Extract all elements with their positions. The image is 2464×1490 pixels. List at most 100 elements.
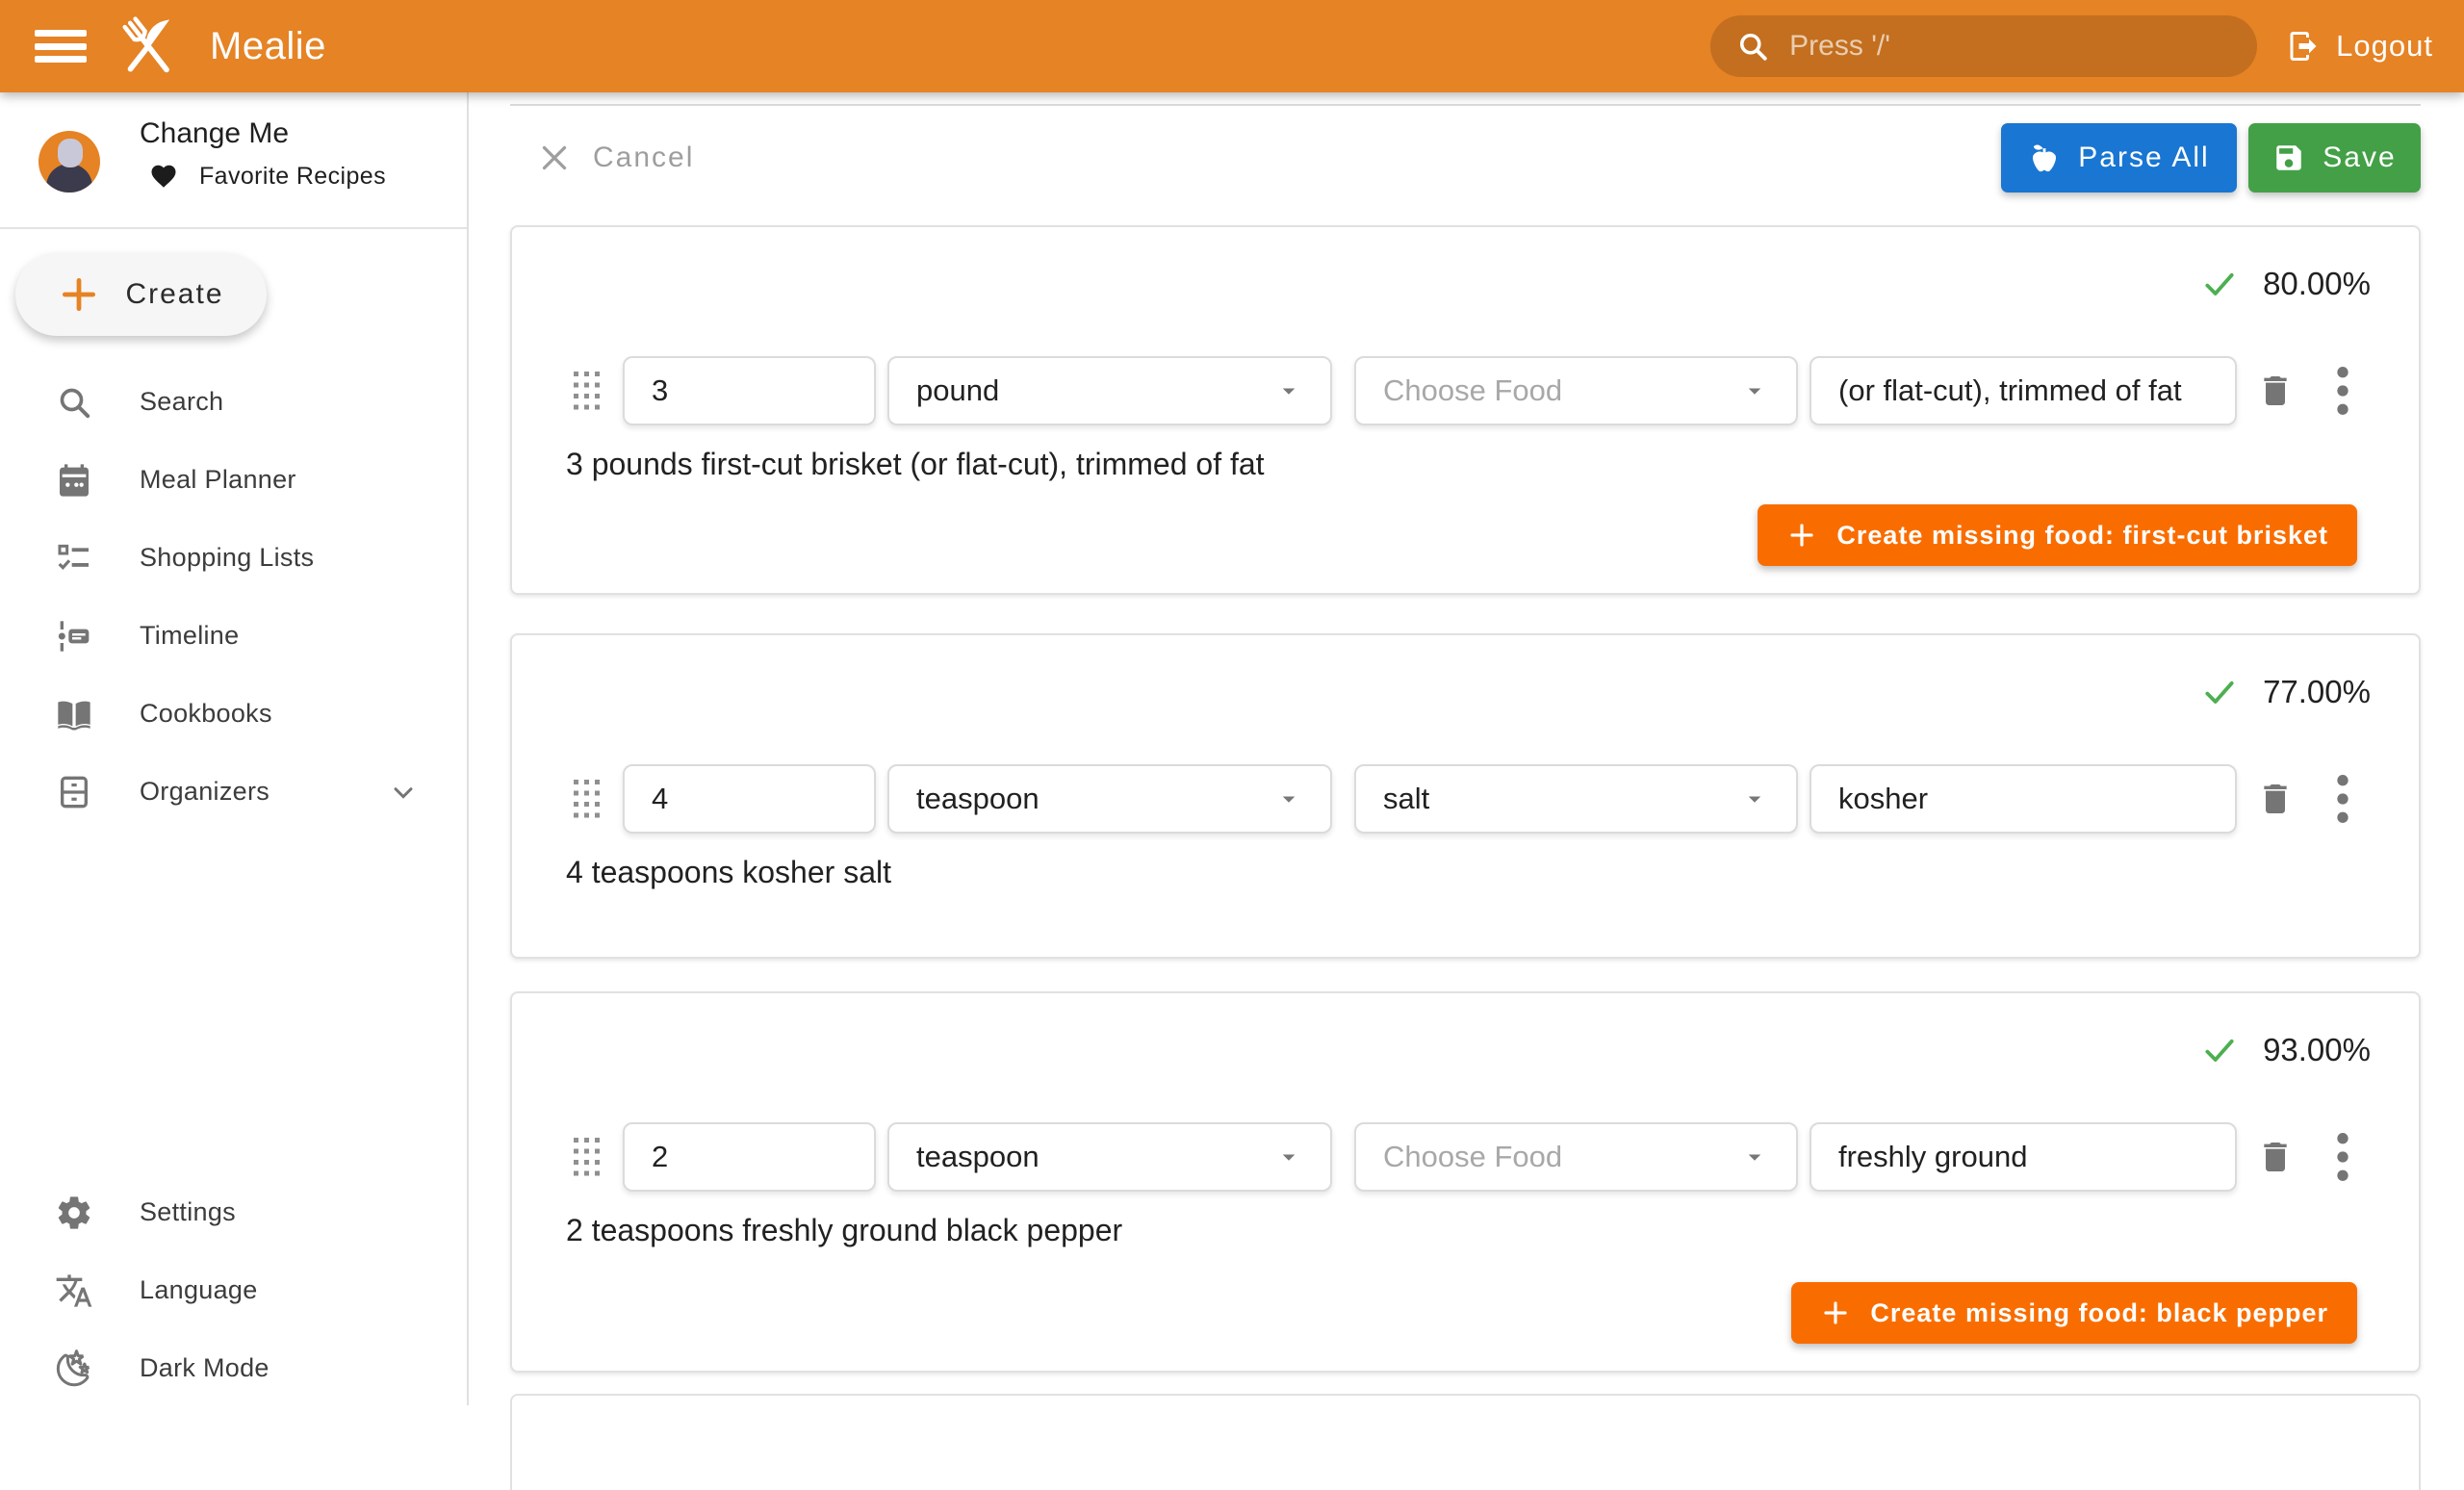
global-search[interactable] xyxy=(1710,15,2257,77)
sidebar-item-settings[interactable]: Settings xyxy=(0,1173,467,1251)
create-missing-food-label: Create missing food: first-cut brisket xyxy=(1836,521,2328,551)
create-button[interactable]: Create xyxy=(15,253,267,336)
close-icon xyxy=(537,141,572,175)
caret-down-icon xyxy=(1740,784,1769,813)
sidebar-item-search[interactable]: Search xyxy=(0,363,467,441)
note-input[interactable] xyxy=(1810,764,2237,834)
unit-select[interactable]: teaspoon xyxy=(887,764,1332,834)
caret-down-icon xyxy=(1274,1143,1303,1171)
divider xyxy=(0,227,467,229)
food-select[interactable]: Choose Food xyxy=(1354,356,1798,425)
food-select[interactable]: Choose Food xyxy=(1354,1122,1798,1192)
note-input[interactable] xyxy=(1810,356,2237,425)
cancel-label: Cancel xyxy=(593,141,694,174)
cancel-button[interactable]: Cancel xyxy=(537,141,694,175)
sidebar-item-cookbooks[interactable]: Cookbooks xyxy=(0,675,467,753)
translate-icon xyxy=(55,1272,93,1310)
favorite-recipes-label: Favorite Recipes xyxy=(199,163,386,191)
quantity-input[interactable] xyxy=(623,356,876,425)
note-input[interactable] xyxy=(1810,1122,2237,1192)
caret-down-icon xyxy=(1740,1143,1769,1171)
unit-value: teaspoon xyxy=(916,782,1040,816)
unit-value: pound xyxy=(916,373,999,408)
app-header: Mealie Logout xyxy=(0,0,2464,92)
gear-icon xyxy=(55,1194,93,1232)
parser-toolbar: Cancel Parse All Save xyxy=(510,123,2421,193)
avatar[interactable] xyxy=(38,131,100,193)
create-label: Create xyxy=(125,278,223,311)
quantity-input[interactable] xyxy=(623,764,876,834)
ingredient-card: 80.00% pound Choose Food xyxy=(510,225,2421,595)
save-button[interactable]: Save xyxy=(2248,123,2421,193)
fork-knife-logo-icon xyxy=(114,12,183,81)
sidebar-item-dark-mode[interactable]: Dark Mode xyxy=(0,1329,467,1407)
sidebar-item-shopping-lists[interactable]: Shopping Lists xyxy=(0,519,467,597)
sidebar-item-label: Cookbooks xyxy=(140,699,272,729)
search-icon xyxy=(55,383,93,422)
sidebar: Change Me Favorite Recipes Create Search xyxy=(0,92,469,1405)
unit-select[interactable]: pound xyxy=(887,356,1332,425)
sidebar-item-label: Meal Planner xyxy=(140,465,296,495)
sidebar-footer: Settings Language Dark Mode xyxy=(0,1173,467,1407)
logout-icon xyxy=(2286,29,2321,64)
delete-icon[interactable] xyxy=(2256,780,2295,818)
search-input[interactable] xyxy=(1789,30,2232,63)
delete-icon[interactable] xyxy=(2256,1138,2295,1176)
create-missing-food-button[interactable]: Create missing food: first-cut brisket xyxy=(1758,504,2357,566)
ingredient-card-partial xyxy=(510,1394,2421,1490)
more-menu-icon[interactable] xyxy=(2334,774,2351,824)
more-menu-icon[interactable] xyxy=(2334,1132,2351,1182)
create-missing-food-label: Create missing food: black pepper xyxy=(1870,1298,2328,1328)
favorite-recipes-link[interactable]: Favorite Recipes xyxy=(149,162,386,191)
sidebar-item-language[interactable]: Language xyxy=(0,1251,467,1329)
parse-all-button[interactable]: Parse All xyxy=(2001,123,2237,193)
checklist-icon xyxy=(55,539,93,578)
main-content: Cancel Parse All Save 80.00% xyxy=(469,92,2464,1405)
unit-select[interactable]: teaspoon xyxy=(887,1122,1332,1192)
drag-handle-icon[interactable] xyxy=(574,1138,601,1176)
sidebar-item-meal-planner[interactable]: Meal Planner xyxy=(0,441,467,519)
search-icon xyxy=(1735,29,1770,64)
ingredient-row: pound Choose Food xyxy=(512,356,2419,425)
book-icon xyxy=(55,695,93,733)
sidebar-item-label: Shopping Lists xyxy=(140,543,314,573)
parse-all-label: Parse All xyxy=(2078,141,2209,174)
caret-down-icon xyxy=(1274,376,1303,405)
drag-handle-icon[interactable] xyxy=(574,372,601,410)
file-cabinet-icon xyxy=(55,773,93,811)
confidence-indicator: 93.00% xyxy=(512,993,2419,1068)
check-icon xyxy=(2201,674,2238,710)
save-icon xyxy=(2272,141,2305,174)
sidebar-item-label: Language xyxy=(140,1275,258,1305)
heart-icon xyxy=(149,162,178,191)
ingredient-row: teaspoon Choose Food xyxy=(512,1122,2419,1192)
sidebar-item-timeline[interactable]: Timeline xyxy=(0,597,467,675)
logout-label: Logout xyxy=(2336,29,2433,64)
drag-handle-icon[interactable] xyxy=(574,780,601,818)
delete-icon[interactable] xyxy=(2256,372,2295,410)
more-menu-icon[interactable] xyxy=(2334,366,2351,416)
food-value: Choose Food xyxy=(1383,1140,1562,1174)
chevron-down-icon xyxy=(388,777,419,808)
sidebar-item-label: Dark Mode xyxy=(140,1353,270,1383)
sidebar-menu: Search Meal Planner Shopping Lists xyxy=(0,363,467,831)
ingredient-card: 93.00% teaspoon Choose Food xyxy=(510,991,2421,1373)
food-select[interactable]: salt xyxy=(1354,764,1798,834)
sidebar-item-label: Organizers xyxy=(140,777,270,807)
confidence-percent: 93.00% xyxy=(2263,1032,2371,1068)
caret-down-icon xyxy=(1740,376,1769,405)
check-icon xyxy=(2201,1032,2238,1068)
logout-button[interactable]: Logout xyxy=(2286,29,2433,64)
unit-value: teaspoon xyxy=(916,1140,1040,1174)
confidence-indicator: 80.00% xyxy=(512,227,2419,302)
check-icon xyxy=(2201,266,2238,302)
menu-icon[interactable] xyxy=(35,30,87,63)
app-title: Mealie xyxy=(210,25,326,68)
sidebar-item-organizers[interactable]: Organizers xyxy=(0,753,467,831)
quantity-input[interactable] xyxy=(623,1122,876,1192)
calendar-icon xyxy=(55,461,93,500)
food-value: Choose Food xyxy=(1383,373,1562,408)
create-missing-food-button[interactable]: Create missing food: black pepper xyxy=(1791,1282,2357,1344)
plus-icon xyxy=(1786,520,1817,551)
timeline-icon xyxy=(55,617,93,655)
